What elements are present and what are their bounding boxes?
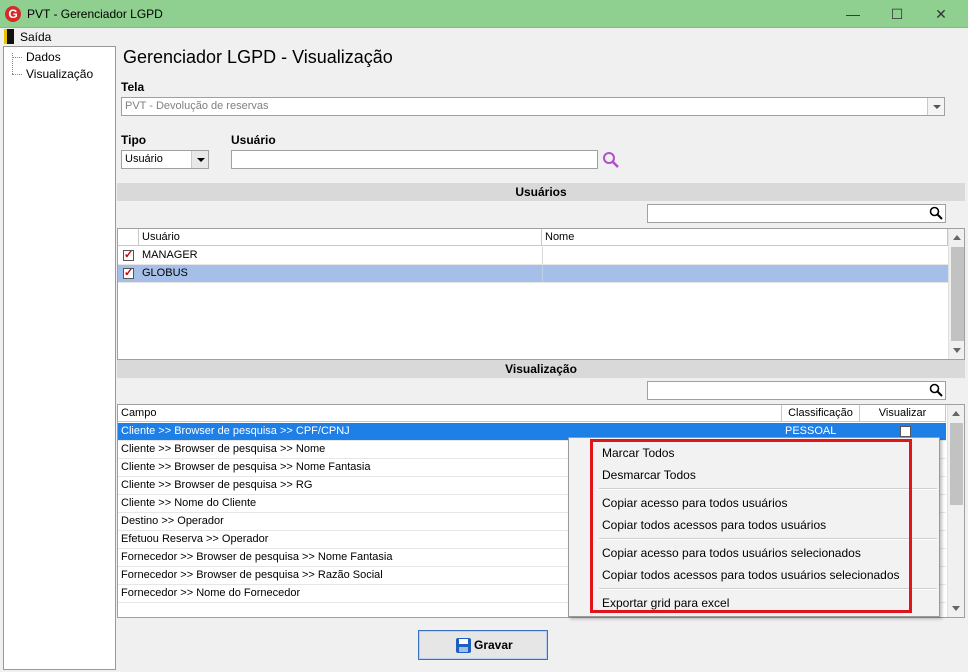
close-icon: ✕ — [935, 6, 947, 22]
usuario-search-icon[interactable] — [602, 151, 620, 169]
save-button[interactable]: Gravar — [418, 630, 548, 660]
tela-combobox[interactable]: PVT - Devolução de reservas — [121, 97, 945, 116]
column-header-campo[interactable]: Campo — [118, 405, 782, 422]
column-header-usuario[interactable]: Usuário — [139, 229, 542, 246]
tela-value: PVT - Devolução de reservas — [125, 100, 269, 112]
page-title: Gerenciador LGPD - Visualização — [123, 47, 393, 67]
tree-item-dados[interactable]: Dados — [12, 50, 61, 64]
minimize-icon: — — [846, 6, 860, 22]
usuarios-scrollbar[interactable] — [948, 229, 964, 359]
scroll-up-icon[interactable] — [952, 411, 960, 416]
exit-door-icon — [4, 29, 14, 44]
usuario-label: Usuário — [231, 133, 276, 147]
tree-item-visualizacao[interactable]: Visualização — [12, 67, 93, 81]
column-header-visualizar[interactable]: Visualizar — [860, 405, 946, 422]
maximize-icon: ☐ — [890, 6, 904, 22]
usuarios-section-header: Usuários — [117, 183, 965, 201]
column-header-classificacao[interactable]: Classificação — [782, 405, 860, 422]
close-button[interactable]: ✕ — [918, 0, 964, 28]
navigation-tree: Dados Visualização — [3, 46, 116, 670]
visualizacao-search-input[interactable] — [647, 381, 946, 400]
chevron-down-icon[interactable] — [927, 98, 944, 115]
visualizacao-grid-header: Campo Classificação Visualizar — [118, 405, 946, 422]
scroll-down-icon[interactable] — [953, 348, 961, 353]
window-title: PVT - Gerenciador LGPD — [27, 7, 163, 21]
usuario-input[interactable] — [231, 150, 598, 169]
chevron-down-icon[interactable] — [191, 151, 208, 168]
visualizacao-search-icon[interactable] — [929, 383, 943, 397]
table-row[interactable]: GLOBUS — [118, 265, 948, 283]
visualizar-checkbox[interactable] — [900, 426, 911, 437]
table-row[interactable]: MANAGER — [118, 247, 948, 265]
annotation-highlight-box — [590, 439, 912, 613]
row-checkbox[interactable] — [123, 266, 134, 279]
usuarios-grid: Usuário Nome MANAGER GLOBUS — [117, 228, 965, 360]
usuarios-search-input[interactable] — [647, 204, 946, 223]
cell-usuario: GLOBUS — [142, 267, 188, 279]
cell-usuario: MANAGER — [142, 249, 198, 261]
menu-bar: Saída — [0, 28, 968, 46]
tipo-value: Usuário — [125, 153, 163, 165]
visualizacao-scrollbar[interactable] — [947, 405, 964, 617]
column-header-nome[interactable]: Nome — [542, 229, 948, 246]
cell-nome — [542, 247, 948, 264]
usuarios-grid-header: Usuário Nome — [118, 229, 948, 246]
app-logo-icon: G — [5, 6, 21, 22]
cell-nome — [542, 265, 948, 282]
menu-item-exit-label: Saída — [20, 30, 52, 44]
save-button-label: Gravar — [474, 638, 513, 652]
visualizacao-section-header: Visualização — [117, 360, 965, 378]
tipo-label: Tipo — [121, 133, 147, 147]
tipo-combobox[interactable]: Usuário — [121, 150, 209, 169]
row-checkbox[interactable] — [123, 248, 134, 261]
title-bar: G PVT - Gerenciador LGPD — ☐ ✕ — [0, 0, 968, 28]
maximize-button[interactable]: ☐ — [874, 0, 920, 28]
scrollbar-thumb[interactable] — [951, 247, 964, 341]
scroll-down-icon[interactable] — [952, 606, 960, 611]
floppy-disk-icon — [456, 638, 471, 653]
scroll-up-icon[interactable] — [953, 235, 961, 240]
scrollbar-thumb[interactable] — [950, 423, 963, 505]
checkbox-column-header — [118, 229, 139, 246]
tela-label: Tela — [121, 80, 145, 94]
minimize-button[interactable]: — — [830, 0, 876, 28]
usuarios-search-icon[interactable] — [929, 206, 943, 220]
